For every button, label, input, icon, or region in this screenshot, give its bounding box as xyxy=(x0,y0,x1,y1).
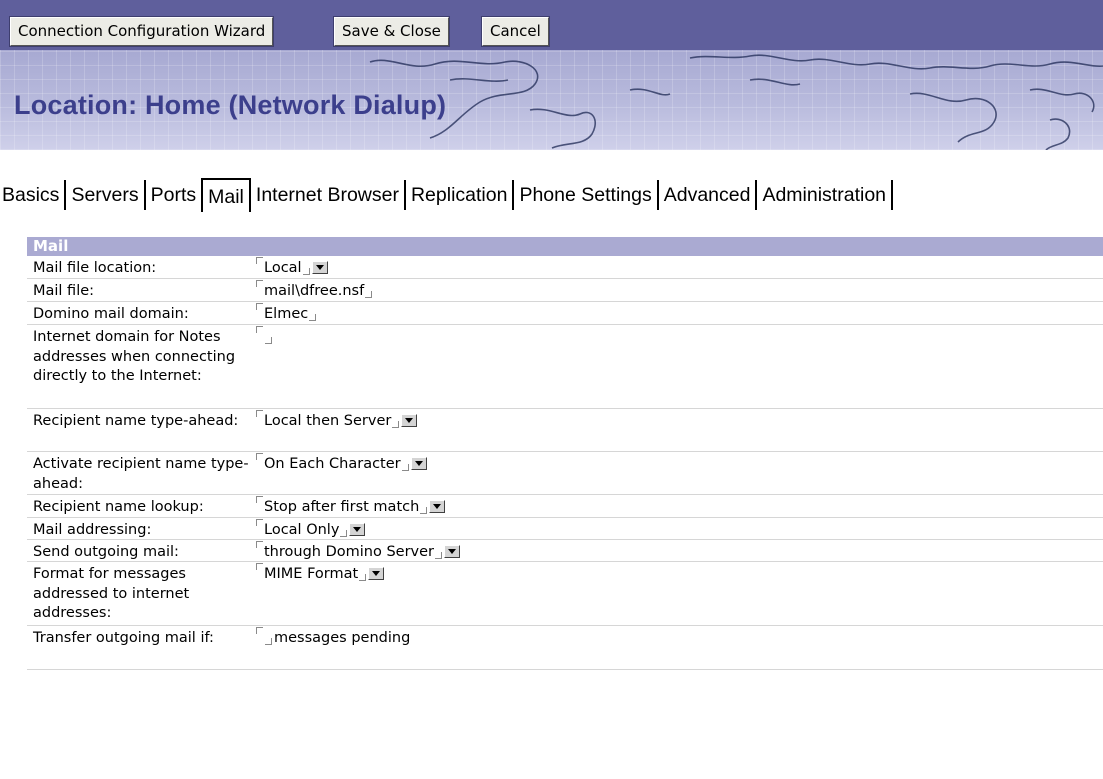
field-label: Mail addressing: xyxy=(33,522,152,538)
mail-file-field[interactable]: mail\dfree.nsf xyxy=(256,280,374,302)
field-label: Mail file: xyxy=(33,283,95,299)
header-banner: Connection Configuration Wizard Save & C… xyxy=(0,0,1103,150)
row-recipient-lookup: Recipient name lookup: Stop after first … xyxy=(27,495,1103,518)
row-domino-mail-domain: Domino mail domain: Elmec xyxy=(27,302,1103,325)
field-label: Format for messages addressed to interne… xyxy=(33,566,190,621)
field-bracket-close-icon xyxy=(265,638,272,645)
transfer-outgoing-field[interactable]: messages pending xyxy=(256,627,411,649)
field-bracket-close-icon xyxy=(309,314,317,321)
field-bracket-close-icon xyxy=(340,530,348,537)
field-bracket-close-icon xyxy=(265,337,272,344)
dropdown-arrow-icon[interactable] xyxy=(429,499,446,513)
page-title: Location: Home (Network Dialup) xyxy=(14,90,447,120)
tab-bar: Basics Servers Ports Mail Internet Browser Re… xyxy=(0,178,894,214)
dropdown-arrow-icon[interactable] xyxy=(311,260,328,274)
field-value: through Domino Server xyxy=(264,544,434,560)
field-label: Recipient name type-ahead: xyxy=(33,413,239,429)
dropdown-arrow-icon[interactable] xyxy=(368,566,385,580)
field-bracket-open-icon xyxy=(256,326,263,333)
dropdown-arrow-icon[interactable] xyxy=(444,544,460,558)
recipient-type-ahead-field[interactable]: Local then Server xyxy=(256,410,418,432)
field-label: Mail file location: xyxy=(33,260,157,276)
field-label: Recipient name lookup: xyxy=(33,499,204,515)
dropdown-arrow-icon[interactable] xyxy=(401,413,418,427)
row-activate-type-ahead: Activate recipient name type-ahead: On E… xyxy=(27,452,1103,495)
activate-type-ahead-field[interactable]: On Each Character xyxy=(256,453,427,475)
field-bracket-close-icon xyxy=(365,291,373,298)
field-value: mail\dfree.nsf xyxy=(264,283,365,299)
field-value: Stop after first match xyxy=(264,499,420,515)
recipient-lookup-field[interactable]: Stop after first match xyxy=(256,496,446,518)
field-bracket-close-icon xyxy=(435,552,442,559)
dropdown-arrow-icon[interactable] xyxy=(349,522,366,536)
field-label: Domino mail domain: xyxy=(33,306,189,322)
section-header-mail: Mail xyxy=(27,237,1103,256)
field-bracket-open-icon xyxy=(256,280,263,287)
mail-file-location-field[interactable]: Local xyxy=(256,257,328,279)
row-recipient-type-ahead: Recipient name type-ahead: Local then Se… xyxy=(27,409,1103,452)
field-bracket-open-icon xyxy=(256,627,263,634)
tab-ports[interactable]: Ports xyxy=(146,180,204,210)
tab-internet-browser[interactable]: Internet Browser xyxy=(251,180,406,210)
field-label: Transfer outgoing mail if: xyxy=(33,630,214,646)
tab-mail[interactable]: Mail xyxy=(201,178,251,212)
send-outgoing-field[interactable]: through Domino Server xyxy=(256,541,460,563)
field-value: Elmec xyxy=(264,306,309,322)
field-label: Activate recipient name type-ahead: xyxy=(33,456,249,492)
tab-phone-settings[interactable]: Phone Settings xyxy=(514,180,659,210)
field-label: Internet domain for Notes addresses when… xyxy=(33,329,236,384)
mail-settings-form: Mail file location: Local Mail file: mai… xyxy=(27,256,1103,670)
field-bracket-open-icon xyxy=(256,303,263,310)
row-internet-domain: Internet domain for Notes addresses when… xyxy=(27,325,1103,409)
field-value: Local then Server xyxy=(264,413,392,429)
row-mail-file: Mail file: mail\dfree.nsf xyxy=(27,279,1103,302)
field-value: MIME Format xyxy=(264,566,359,582)
field-bracket-open-icon xyxy=(256,257,263,264)
row-transfer-outgoing: Transfer outgoing mail if: messages pend… xyxy=(27,626,1103,670)
field-bracket-open-icon xyxy=(256,541,263,548)
row-mail-file-location: Mail file location: Local xyxy=(27,256,1103,279)
format-messages-field[interactable]: MIME Format xyxy=(256,563,385,585)
field-suffix: messages pending xyxy=(274,630,411,646)
row-format-messages: Format for messages addressed to interne… xyxy=(27,562,1103,626)
tab-basics[interactable]: Basics xyxy=(0,180,67,210)
field-bracket-close-icon xyxy=(392,421,400,428)
field-value: Local Only xyxy=(264,522,340,538)
row-send-outgoing: Send outgoing mail: through Domino Serve… xyxy=(27,540,1103,562)
field-bracket-open-icon xyxy=(256,453,263,460)
field-bracket-close-icon xyxy=(420,507,428,514)
cancel-button[interactable]: Cancel xyxy=(481,16,550,47)
field-bracket-close-icon xyxy=(401,464,409,471)
field-bracket-close-icon xyxy=(302,268,310,275)
tab-servers[interactable]: Servers xyxy=(66,180,146,210)
field-bracket-open-icon xyxy=(256,519,263,526)
domino-mail-domain-field[interactable]: Elmec xyxy=(256,303,318,325)
dropdown-arrow-icon[interactable] xyxy=(410,456,427,470)
tab-advanced[interactable]: Advanced xyxy=(659,180,758,210)
field-value: Local xyxy=(264,260,302,276)
field-bracket-open-icon xyxy=(256,410,263,417)
field-bracket-open-icon xyxy=(256,563,263,570)
row-mail-addressing: Mail addressing: Local Only xyxy=(27,518,1103,540)
mail-addressing-field[interactable]: Local Only xyxy=(256,519,366,541)
internet-domain-field[interactable] xyxy=(256,326,274,348)
field-bracket-close-icon xyxy=(359,574,367,581)
tab-administration[interactable]: Administration xyxy=(757,180,894,210)
field-label: Send outgoing mail: xyxy=(33,544,179,560)
save-close-button[interactable]: Save & Close xyxy=(333,16,450,47)
tab-replication[interactable]: Replication xyxy=(406,180,515,210)
field-value: On Each Character xyxy=(264,456,401,472)
connection-wizard-button[interactable]: Connection Configuration Wizard xyxy=(8,16,275,47)
field-bracket-open-icon xyxy=(256,496,263,503)
